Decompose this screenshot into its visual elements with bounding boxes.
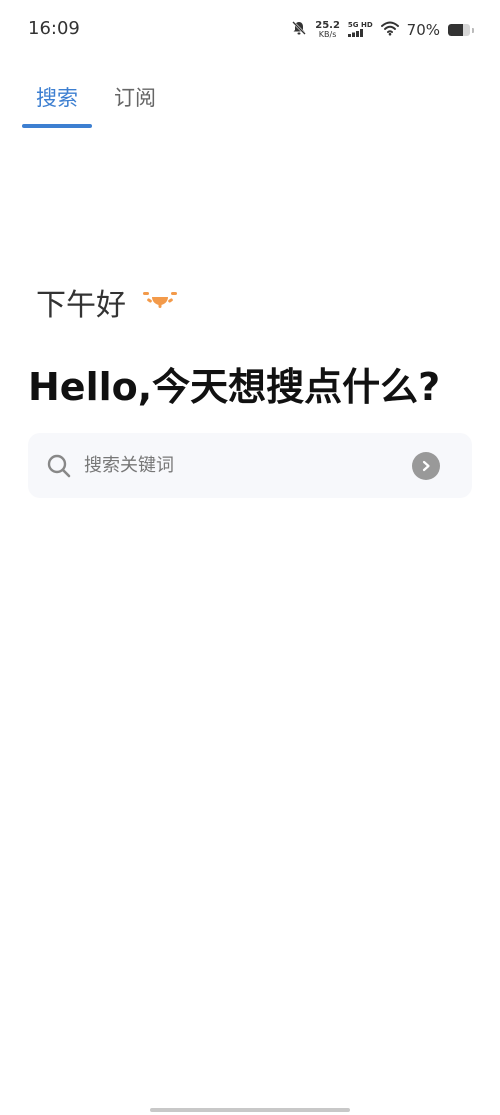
sun-icon (142, 287, 178, 317)
battery-fill (448, 24, 464, 36)
headline: Hello,今天想搜点什么? (28, 365, 441, 409)
battery-icon (448, 24, 470, 36)
battery-tip (472, 27, 474, 33)
network-type-label: 5G HD (347, 21, 373, 29)
home-indicator[interactable] (150, 1108, 350, 1112)
wifi-icon (380, 20, 399, 40)
status-bar: 16:09 25.2 KB/s 5G HD 70% (0, 0, 500, 60)
status-indicators: 25.2 KB/s 5G HD 70% (291, 18, 474, 42)
silent-icon (291, 20, 307, 40)
net-speed: 25.2 KB/s (315, 20, 340, 40)
net-speed-unit: KB/s (318, 30, 337, 39)
search-go-button[interactable] (412, 451, 440, 480)
network-type: 5G HD (347, 21, 373, 39)
search-icon (44, 451, 74, 481)
greeting: 下午好 (36, 280, 178, 324)
tab-bar: 搜索 订阅 (22, 80, 178, 128)
battery-percent: 70% (406, 21, 440, 39)
signal-icon (347, 29, 364, 39)
arrow-right-circle-icon (422, 460, 430, 471)
tab-subscribe[interactable]: 订阅 (92, 80, 178, 128)
net-speed-value: 25.2 (315, 20, 340, 31)
tab-search[interactable]: 搜索 (22, 80, 92, 128)
status-time: 16:09 (28, 18, 80, 39)
search-input[interactable] (82, 444, 412, 487)
greeting-text: 下午好 (36, 288, 126, 323)
search-box[interactable] (28, 433, 472, 498)
